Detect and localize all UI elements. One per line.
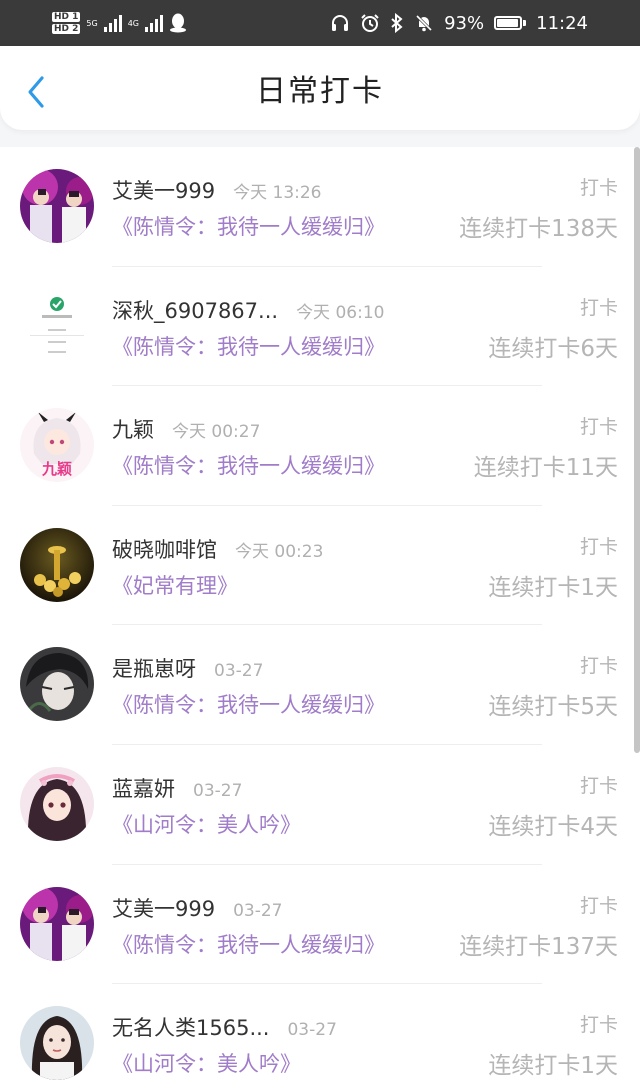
signal-2-icon (145, 14, 163, 32)
book-link[interactable]: 《山河令：美人吟》 (112, 809, 301, 839)
scrollbar[interactable] (634, 147, 640, 753)
book-link[interactable]: 《陈情令：我待一人缓缓归》 (112, 331, 385, 361)
user-avatar[interactable] (20, 766, 94, 841)
back-button[interactable] (20, 72, 52, 112)
name-line: 艾美一999 03-27 (112, 893, 283, 923)
username[interactable]: 破晓咖啡馆 (112, 534, 217, 564)
name-line: 蓝嘉妍 03-27 (112, 773, 242, 803)
battery-icon (494, 16, 527, 30)
mute-bell-icon (416, 14, 433, 32)
sim1-badge: HD 1 (52, 12, 81, 22)
checkin-row[interactable]: 九颖 九颖 今天 00:27 《陈情令：我待一人缓缓归》 打卡 连续打卡11天 (0, 386, 640, 506)
clock: 11:24 (536, 12, 588, 34)
checkin-time: 今天 00:23 (235, 541, 324, 562)
name-line: 破晓咖啡馆 今天 00:23 (112, 534, 323, 564)
signal-group: HD 1 HD 2 5G 4G (52, 12, 187, 34)
user-avatar[interactable]: 九颖 (20, 408, 94, 483)
status-right: 93% 11:24 (330, 13, 588, 34)
checkin-time: 03-27 (233, 900, 283, 921)
user-avatar[interactable] (20, 1006, 94, 1080)
checkin-button[interactable]: 打卡 (580, 1010, 618, 1037)
checkin-row[interactable]: 无名人类1565... 03-27 《山河令：美人吟》 打卡连续打卡1天 (0, 984, 640, 1080)
book-link[interactable]: 《妃常有理》 (112, 570, 238, 600)
sim2-badge: HD 2 (52, 24, 81, 34)
checkin-row[interactable]: 蓝嘉妍 03-27 《山河令：美人吟》 打卡连续打卡4天 (0, 745, 640, 865)
bluetooth-icon (391, 13, 403, 33)
streak-count: 连续打卡5天 (488, 694, 618, 721)
checkin-button[interactable]: 打卡 (580, 651, 618, 678)
checkin-row[interactable]: 艾美一999 今天 13:26 《陈情令：我待一人缓缓归》 打卡连续打卡138天 (0, 147, 640, 267)
name-line: 是瓶崽呀 03-27 (112, 653, 263, 683)
status-bar: HD 1 HD 2 5G 4G 93% 11:24 (0, 0, 640, 46)
name-line: 深秋_6907867... 今天 06:10 (112, 295, 384, 325)
name-line: 艾美一999 今天 13:26 (112, 175, 322, 205)
app-header: 日常打卡 (0, 46, 640, 130)
streak-count: 连续打卡137天 (459, 933, 618, 960)
checkin-time: 03-27 (287, 1020, 337, 1041)
checkin-row[interactable]: 是瓶崽呀 03-27 《陈情令：我待一人缓缓归》 打卡连续打卡5天 (0, 625, 640, 745)
streak-count: 连续打卡4天 (488, 813, 618, 840)
checkin-button[interactable]: 打卡 (580, 771, 618, 798)
username[interactable]: 深秋_6907867... (112, 295, 278, 325)
page-title: 日常打卡 (256, 74, 384, 109)
streak-count: 连续打卡1天 (488, 1053, 618, 1080)
checkin-time: 今天 13:26 (233, 183, 322, 203)
sim-indicators: HD 1 HD 2 (52, 12, 81, 34)
battery-percent: 93% (444, 12, 485, 34)
streak-count: 连续打卡1天 (488, 574, 618, 601)
name-line: 无名人类1565... 03-27 (112, 1012, 337, 1042)
checkin-button[interactable]: 打卡 (580, 173, 618, 200)
checkin-time: 03-27 (214, 661, 264, 682)
checkin-time: 今天 06:10 (296, 302, 385, 323)
book-link[interactable]: 《山河令：美人吟》 (112, 1048, 301, 1078)
book-link[interactable]: 《陈情令：我待一人缓缓归》 (112, 929, 385, 959)
alarm-icon (361, 14, 379, 32)
svg-text:九颖: 九颖 (41, 460, 72, 478)
network-type-2: 4G (127, 18, 139, 28)
book-link[interactable]: 《陈情令：我待一人缓缓归》 (112, 689, 385, 719)
user-avatar[interactable] (20, 647, 94, 722)
username[interactable]: 九颖 (112, 414, 154, 444)
name-line: 九颖 今天 00:27 (112, 414, 260, 444)
network-type-1: 5G (86, 18, 98, 28)
username[interactable]: 蓝嘉妍 (112, 773, 175, 803)
checkin-row[interactable]: 艾美一999 03-27 《陈情令：我待一人缓缓归》 打卡连续打卡137天 (0, 865, 640, 985)
user-avatar[interactable] (20, 527, 94, 602)
streak-count: 连续打卡138天 (459, 216, 618, 242)
checkin-button[interactable]: 打卡 (580, 532, 618, 559)
user-avatar[interactable] (20, 886, 94, 961)
checkin-row[interactable]: 深秋_6907867... 今天 06:10 《陈情令：我待一人缓缓归》 打卡连续打卡… (0, 267, 640, 387)
checkin-time: 03-27 (193, 780, 243, 801)
chevron-left-icon (28, 76, 44, 108)
username[interactable]: 艾美一999 (112, 175, 215, 205)
checkin-button[interactable]: 打卡 (580, 891, 618, 918)
checkin-list[interactable]: 艾美一999 今天 13:26 《陈情令：我待一人缓缓归》 打卡 连续打卡138天 深秋_… (0, 147, 640, 1080)
username[interactable]: 是瓶崽呀 (112, 653, 196, 683)
user-avatar[interactable] (20, 288, 94, 363)
user-avatar[interactable] (20, 169, 94, 243)
checkin-row[interactable]: 破晓咖啡馆 今天 00:23 《妃常有理》 打卡连续打卡1天 (0, 506, 640, 626)
book-link[interactable]: 《陈情令：我待一人缓缓归》 (112, 450, 385, 480)
checkin-button[interactable]: 打卡 (580, 412, 618, 439)
headphones-icon (332, 15, 349, 31)
username[interactable]: 艾美一999 (112, 893, 215, 923)
signal-1-icon (103, 14, 122, 32)
streak-count: 连续打卡6天 (488, 335, 618, 362)
book-link[interactable]: 《陈情令：我待一人缓缓归》 (112, 211, 385, 241)
qq-icon (170, 13, 186, 33)
checkin-button[interactable]: 打卡 (580, 293, 618, 320)
username[interactable]: 无名人类1565... (112, 1012, 269, 1042)
checkin-time: 今天 00:27 (172, 422, 261, 443)
streak-count: 连续打卡11天 (473, 455, 618, 482)
